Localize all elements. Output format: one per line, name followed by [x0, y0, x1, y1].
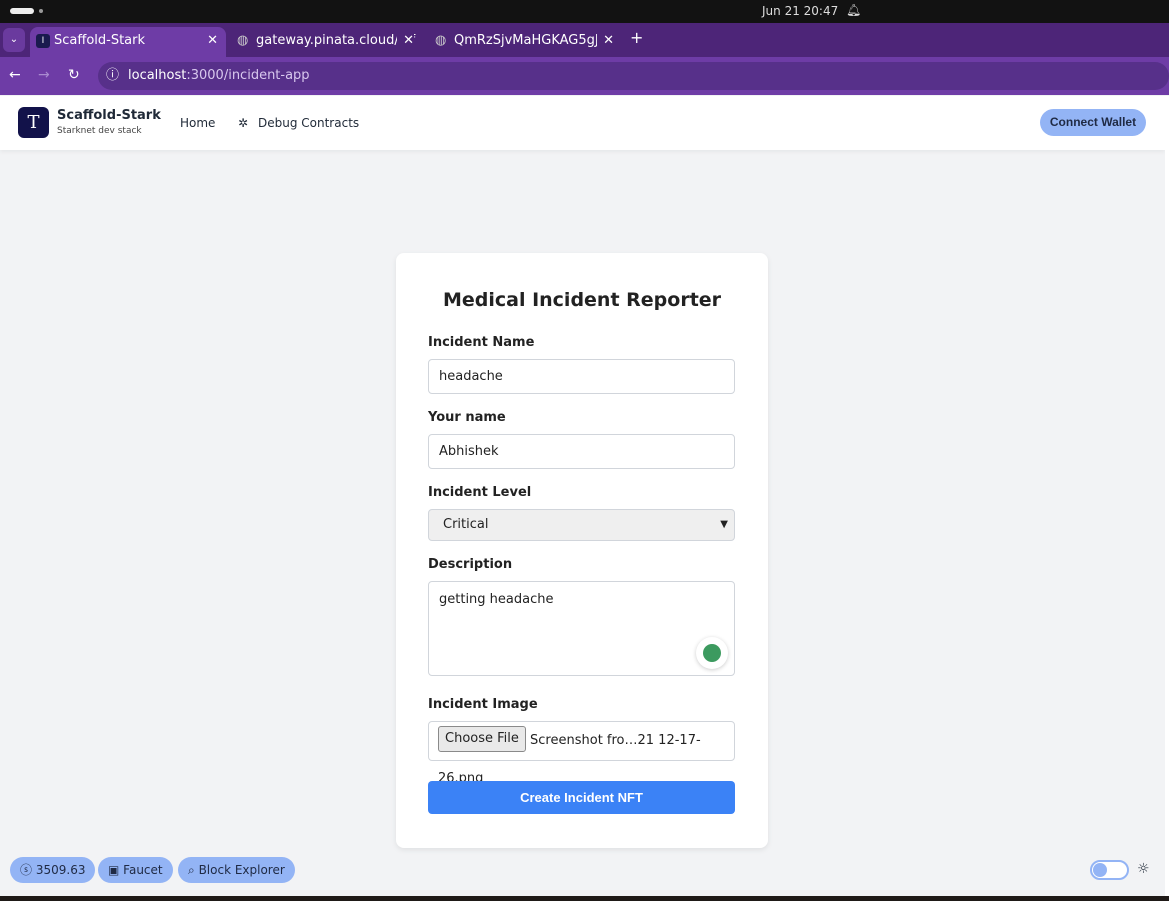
bell-icon[interactable]: 🔔︎ — [846, 3, 861, 17]
block-explorer-label: Block Explorer — [198, 863, 285, 877]
faucet-button[interactable]: ▣ Faucet — [98, 857, 173, 883]
brand-subtitle: Starknet dev stack — [57, 126, 142, 136]
tab-bar: ⌄ I Scaffold-Stark ✕ ◍ gateway.pinata.cloud… — [0, 23, 1169, 57]
logo[interactable]: T — [18, 107, 49, 138]
search-icon: ⌕ — [188, 863, 195, 877]
description-textarea[interactable]: getting headache — [428, 581, 735, 676]
tab-label: gateway.pinata.cloud/ipf — [256, 33, 416, 48]
globe-icon: ◍ — [435, 33, 447, 48]
incident-name-input[interactable]: headache — [428, 359, 735, 394]
selected-level: Critical — [443, 517, 489, 532]
chevron-down-icon: ▼ — [720, 519, 728, 530]
choose-file-button[interactable]: Choose File — [438, 726, 526, 752]
tab-scaffold-stark[interactable]: I Scaffold-Stark ✕ — [30, 27, 226, 57]
scrollbar[interactable] — [1165, 96, 1169, 896]
url-host: localhost — [128, 68, 187, 83]
reload-icon[interactable]: ↻ — [68, 67, 80, 83]
favicon-icon: I — [36, 34, 50, 48]
incident-level-label: Incident Level — [428, 485, 532, 500]
close-icon[interactable]: ✕ — [207, 27, 218, 55]
tab-label: Scaffold-Stark — [54, 33, 146, 48]
bottom-bar — [0, 896, 1169, 901]
tab-search-button[interactable]: ⌄ — [3, 28, 25, 52]
your-name-label: Your name — [428, 410, 506, 425]
bug-icon: ✲ — [238, 116, 249, 130]
create-incident-nft-button[interactable]: Create Incident NFT — [428, 781, 735, 814]
new-tab-button[interactable]: + — [630, 28, 643, 47]
sun-icon: ☼ — [1137, 861, 1150, 877]
description-label: Description — [428, 557, 513, 572]
incident-name-label: Incident Name — [428, 335, 535, 350]
clock[interactable]: Jun 21 20:47 — [762, 4, 838, 18]
info-icon[interactable]: ⓘ — [106, 62, 119, 90]
close-icon[interactable]: ✕ — [597, 27, 614, 55]
balance-chip: ⓢ 3509.63 — [10, 857, 96, 883]
incident-image-label: Incident Image — [428, 697, 538, 712]
nav-debug-contracts[interactable]: Debug Contracts — [258, 116, 359, 130]
address-bar-row: ← → ↻ ⓘ localhost:3000/incident-app — [0, 57, 1169, 95]
balance-value: 3509.63 — [35, 863, 86, 877]
nav-home[interactable]: Home — [180, 116, 215, 130]
url-input[interactable]: ⓘ localhost:3000/incident-app — [98, 62, 1169, 90]
connect-wallet-button[interactable]: Connect Wallet — [1040, 109, 1146, 136]
workspace-indicator[interactable] — [10, 8, 34, 14]
url-path: :3000/incident-app — [186, 68, 310, 83]
incident-form-card: Medical Incident Reporter Incident Name … — [396, 253, 768, 848]
workspace-dot[interactable] — [39, 9, 43, 13]
tab-label: QmRzSjvMaHGKAG5gJ2 — [454, 33, 608, 48]
globe-icon: ◍ — [237, 33, 249, 48]
close-icon[interactable]: ✕ — [397, 27, 414, 55]
back-icon[interactable]: ← — [9, 67, 21, 83]
faucet-icon: ▣ — [108, 863, 120, 877]
incident-level-select[interactable]: Critical ▼ — [428, 509, 735, 541]
forward-icon[interactable]: → — [38, 67, 50, 83]
your-name-input[interactable]: Abhishek — [428, 434, 735, 469]
incident-image-file-input[interactable]: Choose File Screenshot fro…21 12-17-26.p… — [428, 721, 735, 786]
theme-toggle[interactable] — [1090, 860, 1129, 880]
brand-name: Scaffold-Stark — [57, 108, 161, 123]
page-title: Medical Incident Reporter — [442, 289, 722, 311]
description-text: getting headache — [439, 592, 554, 607]
dollar-icon: ⓢ — [20, 863, 33, 877]
os-top-bar: Jun 21 20:47 🔔︎ — [0, 0, 1169, 23]
app-header: T Scaffold-Stark Starknet dev stack Home… — [0, 96, 1165, 150]
tab-ipfs[interactable]: ◍ QmRzSjvMaHGKAG5gJ2 ✕ — [430, 27, 622, 57]
tab-pinata[interactable]: ◍ gateway.pinata.cloud/ipf ✕ — [232, 27, 422, 57]
faucet-label: Faucet — [123, 863, 163, 877]
block-explorer-button[interactable]: ⌕ Block Explorer — [178, 857, 295, 883]
assistant-bot-icon[interactable] — [696, 637, 728, 669]
